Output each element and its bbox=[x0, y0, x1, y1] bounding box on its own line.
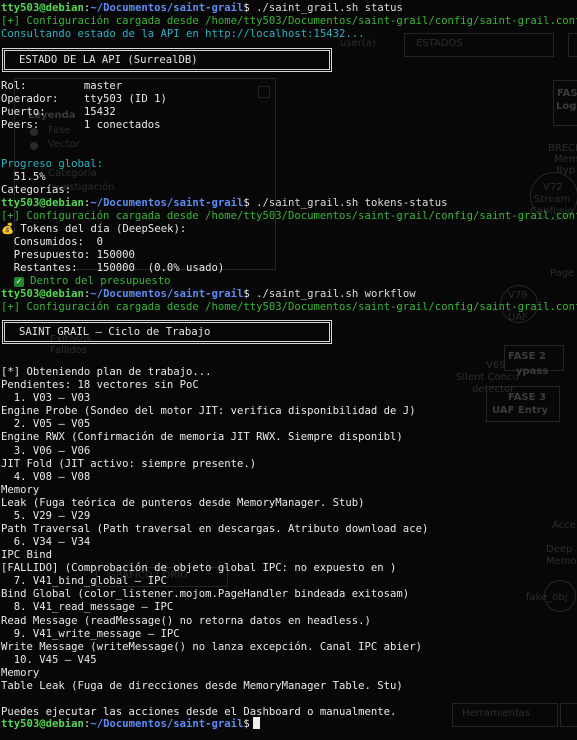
workflow-line: 7. V41_bind_global — IPC bbox=[1, 575, 167, 588]
workflow-line: Memory bbox=[1, 483, 40, 496]
workflow-line: Pendientes: 18 vectores sin PoC bbox=[1, 379, 199, 392]
categorias-line: Categorías: bbox=[1, 184, 72, 196]
command-tokens: ./saint_grail.sh tokens-status bbox=[249, 197, 448, 209]
prompt-line-status: tty503@debian:~/Documentos/saint-grail$ … bbox=[1, 2, 403, 14]
workflow-line: 5. V29 — V29 bbox=[1, 509, 91, 522]
workflow-line: [*] Obteniendo plan de trabajo... bbox=[1, 366, 212, 378]
workflow-line: Engine Probe (Sondeo del motor JIT: veri… bbox=[1, 405, 416, 418]
workflow-banner-title: SAINT GRAIL — Ciclo de Trabajo bbox=[19, 326, 211, 338]
workflow-line: JIT Fold (JIT activo: siempre presente.) bbox=[1, 457, 257, 470]
workflow-line: IPC Bind bbox=[1, 549, 53, 562]
progress-label: Progreso global: bbox=[1, 158, 104, 170]
status-banner-title: ESTADO DE LA API (SurrealDB) bbox=[19, 54, 198, 66]
command-workflow: ./saint_grail.sh workflow bbox=[249, 288, 416, 300]
workflow-line: [FALLIDO] (Comprobación de objeto global… bbox=[1, 562, 397, 575]
workflow-line: Engine RWX (Confirmación de memoria JIT … bbox=[1, 431, 403, 444]
tokens-presupuesto: Presupuesto: 150000 bbox=[1, 249, 135, 261]
tokens-header: 💰 Tokens del día (DeepSeek): bbox=[1, 223, 187, 235]
peers-line: Peers: 1 conectados bbox=[1, 119, 161, 131]
workflow-line: 9. V41_write_message — IPC bbox=[1, 627, 180, 640]
workflow-line: Table Leak (Fuga de direcciones desde Me… bbox=[1, 679, 403, 692]
workflow-line: 2. V05 — V05 bbox=[1, 418, 91, 431]
status-banner: ESTADO DE LA API (SurrealDB) bbox=[2, 48, 332, 72]
check-icon: ✓ bbox=[13, 277, 24, 287]
workflow-line: Leak (Fuga teórica de punteros desde Mem… bbox=[1, 496, 365, 509]
puerto-line: Puerto: 15432 bbox=[1, 106, 116, 118]
workflow-line: Memory bbox=[1, 666, 40, 679]
workflow-line: 8. V41_read_message — IPC bbox=[1, 601, 174, 614]
progress-value: 51.5% bbox=[1, 171, 46, 183]
workflow-banner: SAINT GRAIL — Ciclo de Trabajo bbox=[2, 320, 332, 344]
tokens-consumidos: Consumidos: 0 bbox=[1, 236, 104, 248]
config-message: [+] Configuración cargada desde /home/tt… bbox=[1, 210, 577, 222]
money-bag-icon: 💰 bbox=[1, 223, 15, 235]
config-message: [+] Configuración cargada desde /home/tt… bbox=[1, 301, 577, 313]
workflow-line: Write Message (writeMessage() no lanza e… bbox=[1, 640, 422, 653]
workflow-line: 4. V08 — V08 bbox=[1, 470, 91, 483]
rol-line: Rol: master bbox=[1, 80, 123, 92]
prompt-line-tokens: tty503@debian:~/Documentos/saint-grail$ … bbox=[1, 197, 448, 209]
workflow-line: 3. V06 — V06 bbox=[1, 444, 91, 457]
command-status: ./saint_grail.sh status bbox=[249, 2, 403, 14]
workflow-line: 6. V34 — V34 bbox=[1, 536, 91, 548]
prompt-line-current[interactable]: tty503@debian:~/Documentos/saint-grail$ bbox=[1, 717, 260, 730]
text-cursor bbox=[252, 717, 260, 729]
config-message: [+] Configuración cargada desde /home/tt… bbox=[1, 15, 577, 27]
workflow-line: Path Traversal (Path traversal en descar… bbox=[1, 523, 429, 535]
api-query-message: Consultando estado de la API en http://l… bbox=[1, 28, 365, 40]
terminal[interactable]: tty503@debian:~/Documentos/saint-grail$ … bbox=[0, 0, 577, 740]
tokens-ok-line: ✓ Dentro del presupuesto bbox=[1, 275, 170, 288]
prompt-line-workflow: tty503@debian:~/Documentos/saint-grail$ … bbox=[1, 288, 416, 300]
tokens-restantes: Restantes: 150000 (0.0% usado) bbox=[1, 262, 225, 274]
workflow-line: 10. V45 — V45 bbox=[1, 653, 97, 666]
operador-line: Operador: tty503 (ID 1) bbox=[1, 93, 167, 105]
workflow-line: Bind Global (color_listener.mojom.PageHa… bbox=[1, 588, 410, 601]
workflow-line: Read Message (readMessage() no retorna d… bbox=[1, 614, 371, 627]
workflow-line: 1. V03 — V03 bbox=[1, 392, 91, 405]
